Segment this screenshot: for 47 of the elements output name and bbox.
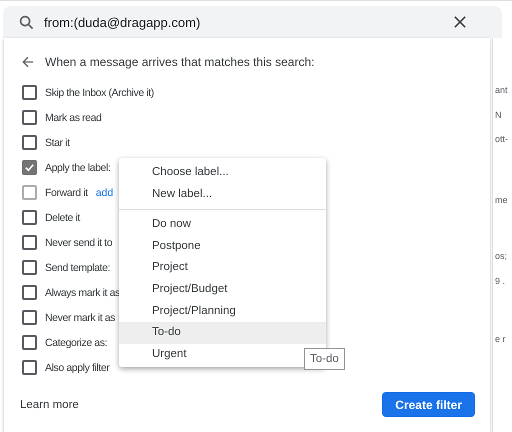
menu-item[interactable]: Postpone xyxy=(119,236,326,258)
mail-snippet: N xyxy=(495,110,502,120)
mail-snippet: os; xyxy=(495,251,508,261)
checkbox[interactable] xyxy=(22,310,37,325)
checkbox[interactable] xyxy=(22,235,37,250)
checkbox[interactable] xyxy=(22,135,37,150)
menu-item[interactable]: Do now xyxy=(119,214,326,236)
option-label: Never mark it as xyxy=(45,312,116,324)
learn-more-link[interactable]: Learn more xyxy=(20,398,79,410)
checkbox[interactable] xyxy=(22,335,37,350)
checkbox[interactable] xyxy=(22,85,37,100)
checkbox[interactable] xyxy=(22,110,37,125)
menu-item[interactable]: Choose label... xyxy=(119,162,326,184)
menu-item[interactable]: Project/Planning xyxy=(119,300,326,322)
checkbox[interactable] xyxy=(22,360,37,375)
menu-item[interactable]: New label... xyxy=(119,184,326,206)
option-label: Delete it xyxy=(45,212,80,224)
menu-item[interactable]: Project xyxy=(119,257,326,279)
close-icon[interactable] xyxy=(454,16,466,28)
back-arrow-icon[interactable] xyxy=(22,56,34,68)
option-label: Apply the label: xyxy=(45,162,110,174)
tooltip: To-do xyxy=(304,348,345,370)
mail-snippet: ant xyxy=(495,85,508,95)
create-filter-button[interactable]: Create filter xyxy=(382,392,475,417)
filter-heading: When a message arrives that matches this search: xyxy=(45,55,314,69)
checkbox[interactable] xyxy=(22,160,37,175)
mail-snippet: e r xyxy=(495,334,506,344)
menu-item[interactable]: To-do xyxy=(119,322,326,344)
check-icon xyxy=(24,162,35,173)
option-label: Skip the Inbox (Archive it) xyxy=(45,86,154,98)
option-label: Also apply filter xyxy=(45,362,110,374)
mail-snippet: me xyxy=(495,195,508,205)
search-icon xyxy=(19,14,34,30)
checkbox[interactable] xyxy=(22,210,37,225)
option-label: Never send it to xyxy=(45,236,112,248)
menu-item[interactable]: Project/Budget xyxy=(119,278,326,301)
mail-snippet: ott- xyxy=(495,134,508,144)
option-label: Categorize as: xyxy=(45,336,108,348)
option-label: Mark as read xyxy=(45,112,102,124)
option-label: Send template: xyxy=(45,262,110,274)
option-label: Forward it xyxy=(45,186,88,198)
mail-snippet: 9 . xyxy=(495,276,506,286)
checkbox[interactable] xyxy=(22,260,37,275)
search-bar[interactable]: from:(duda@dragapp.com) xyxy=(3,6,502,38)
search-field[interactable]: from:(duda@dragapp.com) xyxy=(44,14,454,30)
checkbox[interactable] xyxy=(22,285,37,300)
option-label: Star it xyxy=(45,136,70,148)
